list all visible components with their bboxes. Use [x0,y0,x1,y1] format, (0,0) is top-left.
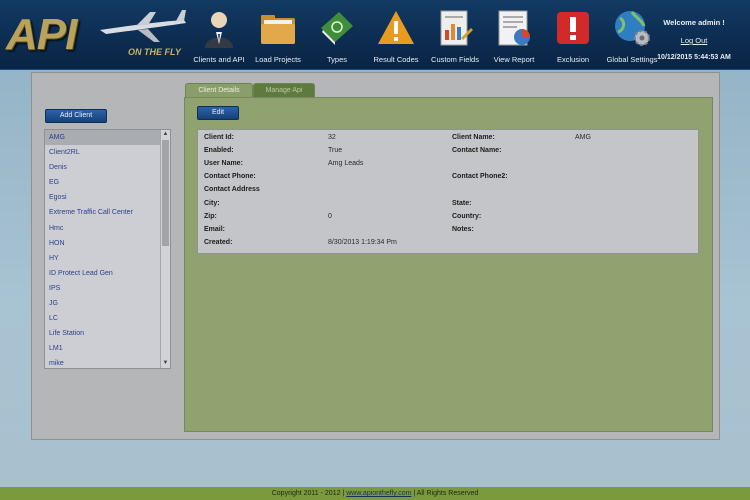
nav-result-codes[interactable]: Result Codes [365,0,427,70]
contact-name-label: Contact Name: [452,147,502,154]
book-icon [321,12,353,45]
user-name-value: Amg Leads [328,160,364,167]
scroll-up-icon[interactable]: ▲ [161,130,170,139]
scroll-thumb[interactable] [162,140,169,246]
contact-address-label: Contact Address [204,186,260,193]
warning-icon [378,11,414,44]
client-list[interactable]: AMG Client2RL Denis EG Egosi Extreme Tra… [44,129,171,369]
nav-types[interactable]: Types [306,0,368,70]
list-scrollbar[interactable]: ▲ ▼ [160,130,170,368]
list-item[interactable]: Egosi [45,190,170,205]
list-item[interactable]: JG [45,296,170,311]
exclamation-icon [557,12,589,44]
list-item[interactable]: HY [45,251,170,266]
copyright-text: Copyright 2011 - 2012 | [271,490,345,497]
nav-label: Result Codes [373,55,419,64]
user-panel: Welcome admin ! Log Out 10/12/2015 5:44:… [644,18,744,61]
list-item[interactable]: IPS [45,281,170,296]
rights-text: | All Rights Reserved [413,490,479,497]
nav-clients-and-api[interactable]: Clients and API [188,0,250,70]
logo-tagline: ON THE FLY [128,47,181,57]
details-row: Enabled: True Contact Name: [198,147,698,160]
nav-label: Exclusion [556,55,590,64]
user-name-label: User Name: [204,160,243,167]
add-client-button[interactable]: Add Client [45,109,107,123]
folder-icon [261,15,295,44]
main-panel: Add Client AMG Client2RL Denis EG Egosi … [31,72,720,440]
details-row: Created: 8/30/2013 1:19:34 Pm [198,239,698,252]
list-item[interactable]: ID Protect Lead Gen [45,266,170,281]
document-chart-icon [440,10,473,46]
details-row: Zip: 0 Country: [198,213,698,226]
client-name-value: AMG [575,134,591,141]
nav-label: View Report [493,55,535,64]
list-item[interactable]: Client2RL [45,145,170,160]
logout-link[interactable]: Log Out [644,36,744,45]
page-footer: Copyright 2011 - 2012 | www.apionthefly.… [0,487,750,500]
enabled-value: True [328,147,343,154]
enabled-label: Enabled: [204,147,234,154]
list-item[interactable]: EG [45,175,170,190]
website-link[interactable]: www.apionthefly.com [346,490,411,497]
list-item[interactable]: AMG [45,130,170,146]
details-row: Email: Notes: [198,226,698,239]
client-details-table: Client Id: 32 Client Name: AMG Enabled: … [197,129,699,254]
city-label: City: [204,200,220,207]
nav-label: Types [326,55,347,64]
zip-value: 0 [328,213,332,220]
nav-view-report[interactable]: View Report [483,0,545,70]
logo-text: API [6,10,77,59]
list-item[interactable]: Life Station [45,326,170,341]
country-label: Country: [452,213,482,220]
client-name-label: Client Name: [452,134,495,141]
nav-label: Clients and API [193,55,245,64]
contact-phone2-label: Contact Phone2: [452,173,508,180]
zip-label: Zip: [204,213,217,220]
current-datetime: 10/12/2015 5:44:53 AM [657,54,731,61]
email-label: Email: [204,226,226,233]
list-item[interactable]: HON [45,236,170,251]
nav-exclusion[interactable]: Exclusion [542,0,604,70]
tab-manage-api[interactable]: Manage Api [253,83,315,97]
client-details-pane: Edit Client Id: 32 Client Name: AMG Enab… [184,97,713,432]
client-id-label: Client Id: [204,134,234,141]
user-icon [205,12,233,48]
client-id-value: 32 [328,134,336,141]
nav-load-projects[interactable]: Load Projects [247,0,309,70]
app-header: API ON THE FLY Clients and API Load Proj… [0,0,750,70]
details-row: Contact Address [198,186,698,199]
list-item[interactable]: mike [45,356,170,368]
contact-phone-label: Contact Phone: [204,173,256,180]
details-row: User Name: Amg Leads [198,160,698,173]
notes-label: Notes: [452,226,474,233]
list-item[interactable]: Hmc [45,221,170,236]
details-row: Contact Phone: Contact Phone2: [198,173,698,186]
created-label: Created: [204,239,233,246]
welcome-text: Welcome admin ! [663,18,725,27]
list-item[interactable]: Denis [45,160,170,175]
airplane-icon [100,10,186,42]
nav-custom-fields[interactable]: Custom Fields [424,0,486,70]
scroll-down-icon[interactable]: ▼ [161,359,170,368]
details-row: City: State: [198,200,698,213]
nav-label: Load Projects [255,55,301,64]
state-label: State: [452,200,472,207]
details-row: Client Id: 32 Client Name: AMG [198,134,698,147]
edit-button[interactable]: Edit [197,106,239,120]
list-item[interactable]: LC [45,311,170,326]
brand-logo[interactable]: API ON THE FLY [4,4,186,64]
created-value: 8/30/2013 1:19:34 Pm [328,239,397,246]
nav-label: Custom Fields [431,55,479,64]
list-item[interactable]: LM1 [45,341,170,356]
report-icon [498,10,530,46]
list-item[interactable]: Extreme Traffic Call Center [45,205,170,220]
tab-client-details[interactable]: Client Details [185,83,253,97]
